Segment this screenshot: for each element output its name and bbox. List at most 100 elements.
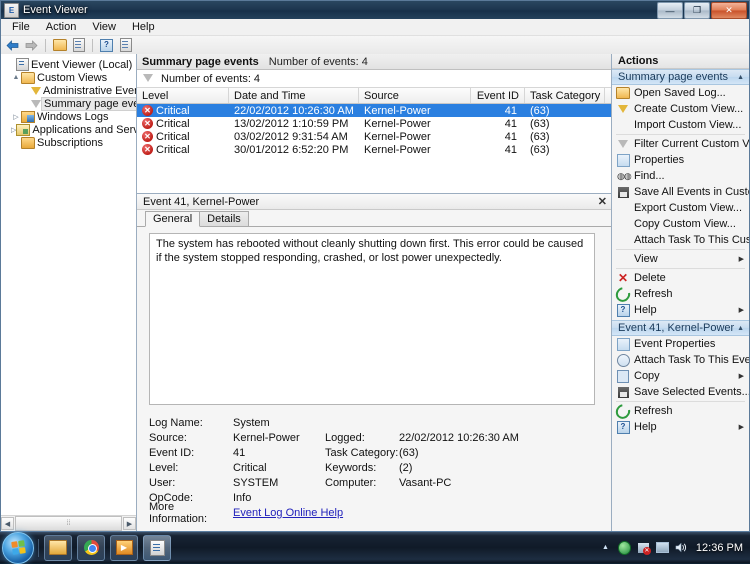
save-icon xyxy=(616,186,630,199)
volume-icon[interactable] xyxy=(675,541,688,554)
table-row[interactable]: ✕Critical 30/01/2012 6:52:20 PM Kernel-P… xyxy=(137,143,611,156)
menu-action[interactable]: Action xyxy=(39,20,84,34)
tab-general[interactable]: General xyxy=(145,211,200,227)
tree-item-subscriptions[interactable]: Subscriptions xyxy=(3,136,136,149)
no-icon xyxy=(616,253,630,266)
summary-count: Number of events: 4 xyxy=(269,56,368,68)
tree-horizontal-scrollbar[interactable]: ◀ ⁞⁞ ▶ xyxy=(1,515,136,531)
show-hidden-icons[interactable]: ▲ xyxy=(599,541,612,554)
back-icon[interactable] xyxy=(4,37,21,53)
filter-icon[interactable] xyxy=(143,73,153,85)
column-header-source[interactable]: Source xyxy=(359,88,471,103)
menu-view[interactable]: View xyxy=(85,20,123,34)
action-delete[interactable]: ✕ Delete xyxy=(612,270,749,286)
restore-button[interactable]: ❐ xyxy=(684,2,710,19)
keywords-value: (2) xyxy=(399,462,412,474)
taskbar-explorer[interactable] xyxy=(44,535,72,561)
chevron-up-icon[interactable]: ▲ xyxy=(737,325,744,332)
source-label: Source: xyxy=(149,432,233,444)
action-find[interactable]: ◍◍ Find... xyxy=(612,168,749,184)
action-create-custom-view[interactable]: Create Custom View... xyxy=(612,101,749,117)
taskbar-media-player[interactable]: ▶ xyxy=(110,535,138,561)
help-icon: ? xyxy=(616,421,630,434)
action-refresh[interactable]: Refresh xyxy=(612,286,749,302)
event-log-online-help-link[interactable]: Event Log Online Help xyxy=(233,507,343,519)
scroll-right-arrow[interactable]: ▶ xyxy=(123,517,136,530)
action-help-event[interactable]: ? Help ▶ xyxy=(612,419,749,435)
cell-source: Kernel-Power xyxy=(359,144,471,156)
action-label: Properties xyxy=(634,154,684,166)
submenu-arrow-icon: ▶ xyxy=(739,423,744,431)
column-header-task-category[interactable]: Task Category xyxy=(525,88,605,103)
tree-item-custom-views[interactable]: ▲ Custom Views xyxy=(3,71,136,84)
field-row-source: Source: Kernel-Power Logged: 22/02/2012 … xyxy=(149,430,611,445)
action-attach-task-to-custom-view[interactable]: Attach Task To This Custo... xyxy=(612,232,749,248)
minimize-button[interactable]: — xyxy=(657,2,683,19)
event-description: The system has rebooted without cleanly … xyxy=(149,233,595,405)
action-label: Attach Task To This Custo... xyxy=(634,234,749,246)
action-attach-task-to-this-event[interactable]: Attach Task To This Event... xyxy=(612,352,749,368)
action-save-selected-events[interactable]: Save Selected Events... xyxy=(612,384,749,400)
event-viewer-window: E Event Viewer — ❐ ✕ File Action View He… xyxy=(0,0,750,532)
up-folder-icon[interactable] xyxy=(51,37,68,53)
column-header-date-and-time[interactable]: Date and Time xyxy=(229,88,359,103)
help-icon[interactable]: ? xyxy=(98,37,115,53)
scrollbar-thumb[interactable]: ⁞⁞ xyxy=(15,516,122,531)
windows-logo-icon xyxy=(11,540,26,555)
menu-file[interactable]: File xyxy=(5,20,37,34)
start-button[interactable] xyxy=(2,532,34,564)
table-row[interactable]: ✕Critical 13/02/2012 1:10:59 PM Kernel-P… xyxy=(137,117,611,130)
action-event-properties[interactable]: Event Properties xyxy=(612,336,749,352)
forward-icon[interactable] xyxy=(23,37,40,53)
action-copy[interactable]: Copy ▶ xyxy=(612,368,749,384)
action-refresh-event[interactable]: Refresh xyxy=(612,403,749,419)
taskbar-chrome[interactable] xyxy=(77,535,105,561)
network-error-icon[interactable]: ✕ xyxy=(637,541,650,554)
table-row[interactable]: ✕Critical 03/02/2012 9:31:54 AM Kernel-P… xyxy=(137,130,611,143)
taskbar-event-viewer[interactable] xyxy=(143,535,171,561)
tree-item-event-viewer-local[interactable]: Event Viewer (Local) xyxy=(3,58,136,71)
expander-icon[interactable]: ▲ xyxy=(11,74,21,81)
column-header-event-id[interactable]: Event ID xyxy=(471,88,525,103)
tree-item-windows-logs[interactable]: ▷ Windows Logs xyxy=(3,110,136,123)
filter-bar: Number of events: 4 xyxy=(137,70,611,88)
display-icon[interactable] xyxy=(656,541,669,554)
properties-icon[interactable] xyxy=(70,37,87,53)
action-open-saved-log[interactable]: Open Saved Log... xyxy=(612,85,749,101)
folder-icon xyxy=(49,540,67,555)
action-export-custom-view[interactable]: Export Custom View... xyxy=(612,200,749,216)
close-button[interactable]: ✕ xyxy=(711,2,747,19)
action-properties[interactable]: Properties xyxy=(612,152,749,168)
close-icon[interactable]: ✕ xyxy=(598,195,607,208)
critical-icon: ✕ xyxy=(142,118,153,129)
filter-icon xyxy=(616,138,630,151)
chevron-up-icon[interactable]: ▲ xyxy=(737,74,744,81)
action-filter-current-custom-view[interactable]: Filter Current Custom View... xyxy=(612,136,749,152)
action-copy-custom-view[interactable]: Copy Custom View... xyxy=(612,216,749,232)
tree-item-administrative-events[interactable]: Administrative Events xyxy=(3,84,136,97)
menu-help[interactable]: Help xyxy=(125,20,162,34)
action-import-custom-view[interactable]: Import Custom View... xyxy=(612,117,749,133)
action-help[interactable]: ? Help ▶ xyxy=(612,302,749,318)
action-label: Open Saved Log... xyxy=(634,87,726,99)
actions-section-summary-page-events[interactable]: Summary page events ▲ xyxy=(612,69,749,85)
action-label: View xyxy=(634,253,658,265)
main-panes: Event Viewer (Local) ▲ Custom Views Admi… xyxy=(1,54,749,531)
refresh-view-icon[interactable] xyxy=(117,37,134,53)
tree-item-summary-page-events[interactable]: Summary page events xyxy=(3,97,136,110)
tab-details[interactable]: Details xyxy=(199,211,249,226)
actions-section-label: Summary page events xyxy=(618,71,728,83)
antivirus-icon[interactable] xyxy=(618,541,631,554)
scroll-left-arrow[interactable]: ◀ xyxy=(1,517,14,530)
table-row[interactable]: ✕Critical 22/02/2012 10:26:30 AM Kernel-… xyxy=(137,104,611,117)
actions-section-event-41-kernel-power[interactable]: Event 41, Kernel-Power ▲ xyxy=(612,320,749,336)
tree-item-applications-and-services-logs[interactable]: ▷ Applications and Services Logs xyxy=(3,123,136,136)
field-row-user: User: SYSTEM Computer: Vasant-PC xyxy=(149,475,611,490)
expander-icon[interactable]: ▷ xyxy=(11,113,21,121)
action-view[interactable]: View ▶ xyxy=(612,251,749,267)
logs-folder-icon xyxy=(21,111,35,123)
column-header-level[interactable]: Level xyxy=(137,88,229,103)
taskbar-clock[interactable]: 12:36 PM xyxy=(696,542,743,554)
action-label: Filter Current Custom View... xyxy=(634,138,749,150)
action-save-all-events[interactable]: Save All Events in Custom ... xyxy=(612,184,749,200)
